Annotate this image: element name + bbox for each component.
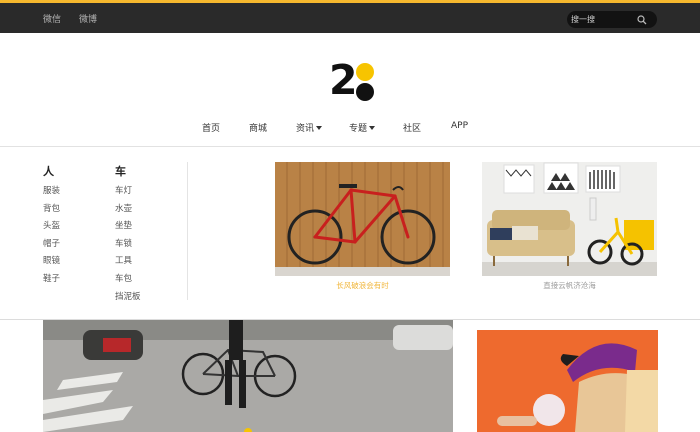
nav-item-home[interactable]: 首页 xyxy=(202,121,220,134)
category-item[interactable]: 车锁 xyxy=(115,238,141,256)
nav-label: 商城 xyxy=(249,124,268,134)
wechat-link[interactable]: 微信 xyxy=(43,12,61,25)
red-bicycle-photo xyxy=(275,162,450,276)
search-icon[interactable] xyxy=(637,15,647,25)
category-column-people: 人 服装 背包 头盔 帽子 眼镜 鞋子 xyxy=(43,163,60,291)
side-feature-image[interactable] xyxy=(477,330,658,432)
category-item[interactable]: 车灯 xyxy=(115,185,141,203)
nav-item-topics[interactable]: 专题 xyxy=(349,121,376,134)
nav-item-community[interactable]: 社区 xyxy=(403,121,421,134)
social-links: 微信 微博 xyxy=(43,12,97,25)
category-item[interactable]: 鞋子 xyxy=(43,273,60,291)
category-column-bike: 车 车灯 水壶 坐垫 车锁 工具 车包 挡泥板 xyxy=(115,163,141,308)
category-item[interactable]: 服装 xyxy=(43,185,60,203)
dropdown-separator xyxy=(187,162,188,300)
nav-item-mall[interactable]: 商城 xyxy=(249,121,267,134)
nav-label: 专题 xyxy=(349,124,368,134)
top-bar: 微信 微博 xyxy=(0,0,700,33)
logo-black-dot xyxy=(356,83,374,101)
site-logo[interactable]: 2 xyxy=(329,56,375,104)
search-input[interactable] xyxy=(571,12,637,27)
category-heading: 车 xyxy=(115,165,126,178)
logo-yellow-dot xyxy=(356,63,374,81)
chevron-down-icon xyxy=(316,126,323,130)
category-heading: 人 xyxy=(43,165,54,178)
card-image xyxy=(275,162,450,276)
carousel-indicator[interactable] xyxy=(244,428,252,432)
category-item[interactable]: 眼镜 xyxy=(43,255,60,273)
weibo-link[interactable]: 微博 xyxy=(79,12,97,25)
nav-label: 社区 xyxy=(403,124,422,134)
card-caption: 直接云帆济沧海 xyxy=(543,281,596,290)
nav-label: APP xyxy=(451,121,469,131)
main-nav: 首页 商城 资讯 专题 社区 APP xyxy=(0,121,700,135)
search-box xyxy=(567,11,657,28)
nav-label: 资讯 xyxy=(296,124,315,134)
nav-label: 首页 xyxy=(202,124,221,134)
category-item[interactable]: 挡泥板 xyxy=(115,291,141,309)
nav-item-news[interactable]: 资讯 xyxy=(296,121,323,134)
category-item[interactable]: 帽子 xyxy=(43,238,60,256)
chevron-down-icon xyxy=(369,126,376,130)
bubblegum-portrait-photo xyxy=(477,330,658,432)
category-item[interactable]: 背包 xyxy=(43,203,60,221)
logo-number: 2 xyxy=(329,56,358,104)
category-item[interactable]: 工具 xyxy=(115,255,141,273)
nav-item-app[interactable]: APP xyxy=(451,121,468,131)
living-room-photo xyxy=(482,162,657,276)
hero-image[interactable] xyxy=(43,320,453,432)
card-caption: 长风破浪会有时 xyxy=(336,281,389,290)
street-cyclist-photo xyxy=(43,320,453,432)
card-image xyxy=(482,162,657,276)
category-item[interactable]: 坐垫 xyxy=(115,220,141,238)
featured-card[interactable]: 直接云帆济沧海 xyxy=(482,162,657,291)
category-item[interactable]: 车包 xyxy=(115,273,141,291)
topics-dropdown: 人 服装 背包 头盔 帽子 眼镜 鞋子 车 车灯 水壶 坐垫 车锁 工具 车包 … xyxy=(0,147,700,320)
category-item[interactable]: 水壶 xyxy=(115,203,141,221)
category-item[interactable]: 头盔 xyxy=(43,220,60,238)
featured-card[interactable]: 长风破浪会有时 xyxy=(275,162,450,291)
